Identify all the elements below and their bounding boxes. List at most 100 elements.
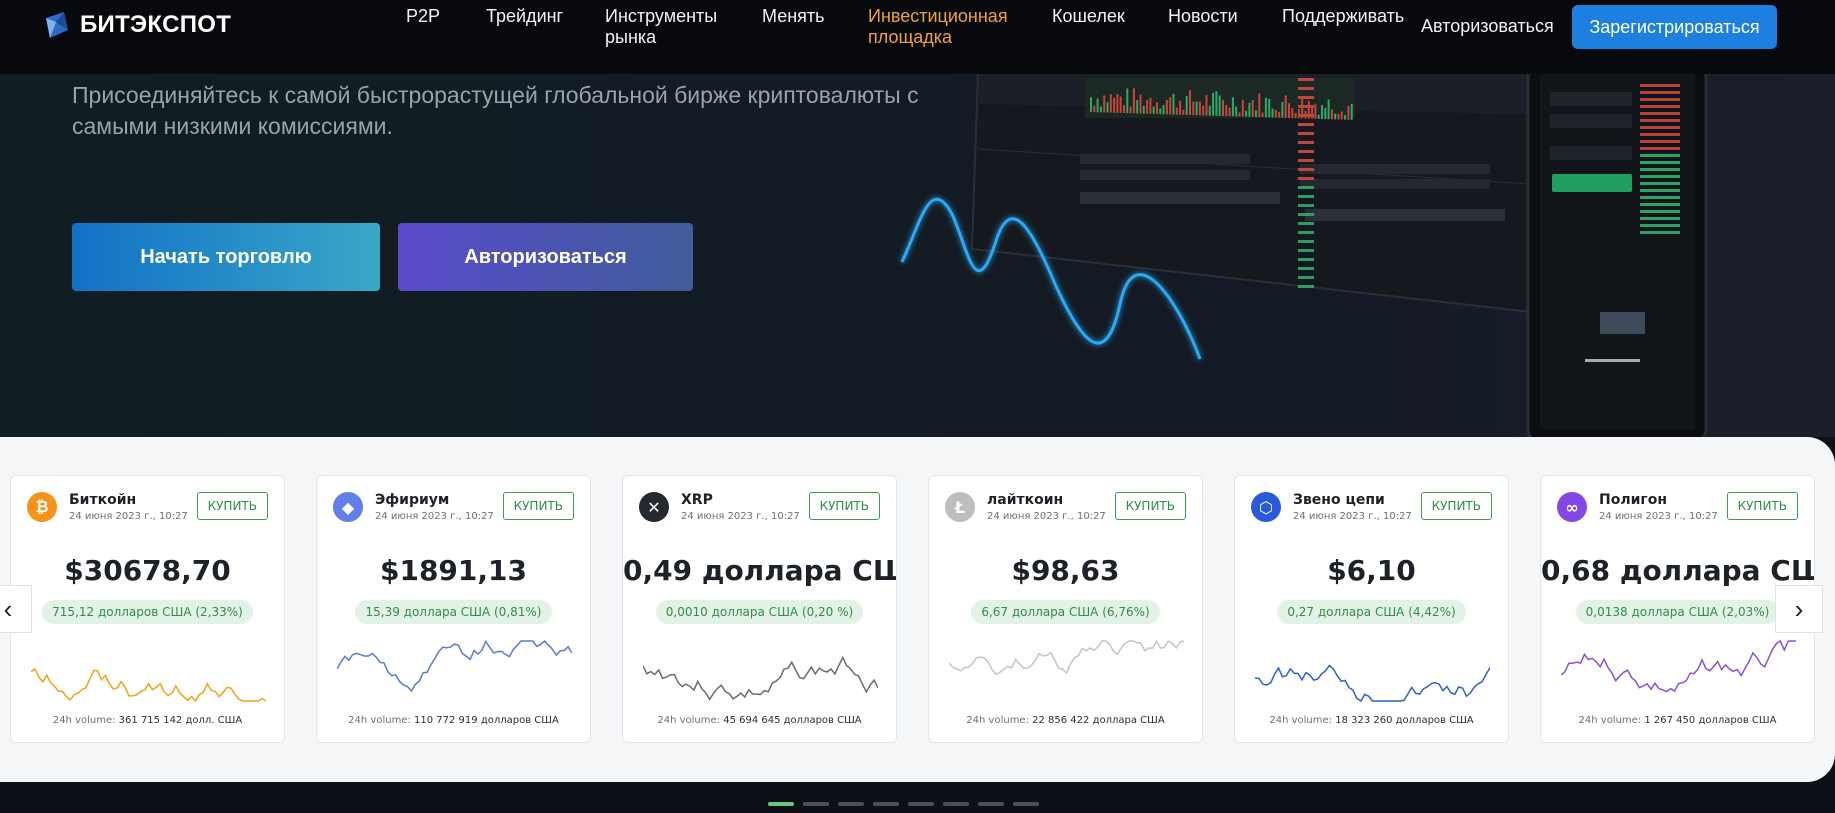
volume-value: 18 323 260 долларов США	[1335, 715, 1474, 726]
carousel-next-button[interactable]: ›	[1775, 585, 1823, 633]
volume-value: 45 694 645 долларов США	[723, 715, 862, 726]
volume-label: 24h volume:	[657, 715, 721, 726]
logo-text: БИТЭКСПОТ	[80, 11, 232, 38]
nav-login-link[interactable]: Авторизоваться	[1421, 16, 1554, 37]
volume-label: 24h volume:	[348, 715, 411, 726]
volume-label: 24h volume:	[1578, 715, 1642, 726]
top-navbar: БИТЭКСПОТ P2P Трейдинг Инструменты рынка…	[0, 0, 1835, 74]
carousel-dot[interactable]	[943, 802, 969, 806]
ticker-card[interactable]: Ł лайткоин 24 июня 2023 г., 10:27 КУПИТЬ…	[928, 475, 1203, 743]
bitcoin-icon: ₿	[27, 492, 57, 522]
nav-link-investment-platform[interactable]: Инвестиционная площадка	[868, 6, 1018, 48]
litecoin-icon: Ł	[945, 492, 975, 522]
xrp-icon: ✕	[639, 492, 669, 522]
volume-24h: 24h volume: 18 323 260 долларов США	[1235, 715, 1508, 726]
carousel-dot[interactable]	[1013, 802, 1039, 806]
nav-link-news[interactable]: Новости	[1168, 6, 1238, 27]
volume-label: 24h volume:	[52, 715, 116, 726]
trading-platform-mockup-image	[900, 74, 1708, 437]
buy-button[interactable]: КУПИТЬ	[1726, 492, 1798, 520]
coin-timestamp: 24 июня 2023 г., 10:27	[987, 511, 1106, 522]
carousel-dot[interactable]	[873, 802, 899, 806]
volume-value: 361 715 142 долл. США	[118, 715, 243, 726]
coin-name: лайткоин	[987, 492, 1064, 508]
hero-section: Присоединяйтесь к самой быстрорастущей г…	[0, 74, 1835, 437]
coin-price: $1891,13	[379, 554, 527, 587]
start-trading-button[interactable]: Начать торговлю	[72, 223, 380, 291]
hero-login-button[interactable]: Авторизоваться	[398, 223, 693, 291]
coin-timestamp: 24 июня 2023 г., 10:27	[681, 511, 800, 522]
price-change-badge: 715,12 долларов США (2,33%)	[42, 600, 253, 624]
chainlink-icon: ⬡	[1251, 492, 1281, 522]
price-sparkline	[337, 639, 572, 693]
carousel-dot[interactable]	[908, 802, 934, 806]
coin-price: 0,68 доллара США	[1541, 554, 1814, 587]
carousel-dot[interactable]	[768, 802, 794, 806]
coin-price: $30678,70	[64, 554, 231, 587]
logo[interactable]: БИТЭКСПОТ	[42, 10, 231, 40]
ethereum-icon: ◆	[333, 492, 363, 522]
price-sparkline	[949, 639, 1184, 676]
laptop-screen	[970, 74, 1542, 314]
volume-label: 24h volume:	[1269, 715, 1333, 726]
coin-name: Полигон	[1599, 492, 1668, 508]
nav-link-market-tools[interactable]: Инструменты рынка	[605, 6, 735, 48]
coin-name: Биткойн	[69, 492, 137, 508]
chevron-right-icon: ›	[1794, 593, 1804, 624]
polygon-icon: ∞	[1557, 492, 1587, 522]
ticker-card[interactable]: ◆ Эфириум 24 июня 2023 г., 10:27 КУПИТЬ …	[316, 475, 591, 743]
phone-mockup	[1526, 74, 1708, 437]
price-sparkline	[1561, 639, 1796, 693]
nav-link-support[interactable]: Поддерживать	[1282, 6, 1404, 27]
volume-label: 24h volume:	[966, 715, 1029, 726]
volume-24h: 24h volume: 22 856 422 доллара США	[929, 715, 1202, 726]
nav-link-wallet[interactable]: Кошелек	[1052, 6, 1125, 27]
price-sparkline	[1255, 664, 1490, 703]
coin-timestamp: 24 июня 2023 г., 10:27	[1599, 511, 1718, 522]
logo-icon	[46, 12, 68, 38]
volume-24h: 24h volume: 110 772 919 долларов США	[317, 715, 590, 726]
hero-subtitle: Присоединяйтесь к самой быстрорастущей г…	[72, 82, 919, 139]
carousel-prev-button[interactable]: ‹	[0, 585, 32, 633]
price-change-badge: 0,0010 доллара США (0,20 %)	[655, 600, 864, 624]
price-sparkline	[643, 655, 878, 701]
ticker-card[interactable]: ✕ XRP 24 июня 2023 г., 10:27 КУПИТЬ 0,49…	[622, 475, 897, 743]
chevron-left-icon: ‹	[3, 593, 13, 624]
ticker-card[interactable]: ⬡ Звено цепи 24 июня 2023 г., 10:27 КУПИ…	[1234, 475, 1509, 743]
coin-name: Эфириум	[375, 492, 450, 508]
price-change-badge: 0,0138 доллара США (2,03%)	[1575, 600, 1780, 624]
coin-price: $98,63	[1011, 554, 1120, 587]
ticker-card[interactable]: ₿ Биткойн 24 июня 2023 г., 10:27 КУПИТЬ …	[10, 475, 285, 743]
coin-name: Звено цепи	[1293, 492, 1385, 508]
nav-link-p2p[interactable]: P2P	[406, 6, 440, 27]
ticker-panel: ₿ Биткойн 24 июня 2023 г., 10:27 КУПИТЬ …	[0, 437, 1835, 782]
ticker-card[interactable]: ∞ Полигон 24 июня 2023 г., 10:27 КУПИТЬ …	[1540, 475, 1815, 743]
price-change-badge: 0,27 доллара США (4,42%)	[1277, 600, 1466, 624]
carousel-dot[interactable]	[978, 802, 1004, 806]
coin-timestamp: 24 июня 2023 г., 10:27	[1293, 511, 1412, 522]
coin-timestamp: 24 июня 2023 г., 10:27	[69, 511, 188, 522]
register-button[interactable]: Зарегистрироваться	[1572, 5, 1777, 49]
buy-button[interactable]: КУПИТЬ	[1420, 492, 1492, 520]
coin-price: $6,10	[1327, 554, 1416, 587]
coin-timestamp: 24 июня 2023 г., 10:27	[375, 511, 494, 522]
coin-name: XRP	[681, 492, 713, 508]
volume-value: 110 772 919 долларов США	[414, 715, 559, 726]
nav-link-exchange[interactable]: Менять	[762, 6, 825, 27]
buy-button[interactable]: КУПИТЬ	[502, 492, 574, 520]
buy-button[interactable]: КУПИТЬ	[196, 492, 268, 520]
buy-button[interactable]: КУПИТЬ	[808, 492, 880, 520]
price-sparkline	[31, 667, 266, 703]
volume-24h: 24h volume: 1 267 450 долларов США	[1541, 715, 1814, 726]
carousel-pagination	[768, 802, 1039, 806]
carousel-dot[interactable]	[838, 802, 864, 806]
volume-24h: 24h volume: 45 694 645 долларов США	[623, 715, 896, 726]
volume-value: 22 856 422 доллара США	[1032, 715, 1165, 726]
volume-24h: 24h volume: 361 715 142 долл. США	[11, 715, 284, 726]
nav-link-trading[interactable]: Трейдинг	[486, 6, 563, 27]
price-change-badge: 15,39 доллара США (0,81%)	[355, 600, 552, 624]
carousel-dot[interactable]	[803, 802, 829, 806]
volume-value: 1 267 450 долларов США	[1644, 715, 1777, 726]
coin-price: 0,49 доллара США	[623, 554, 896, 587]
buy-button[interactable]: КУПИТЬ	[1114, 492, 1186, 520]
